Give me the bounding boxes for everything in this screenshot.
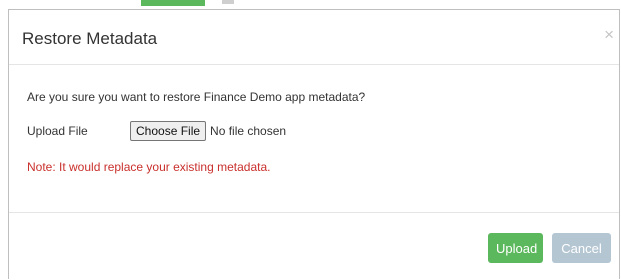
- background-element: [222, 0, 234, 4]
- dialog-footer: Upload Cancel: [9, 213, 619, 280]
- file-status-text: No file chosen: [210, 124, 287, 138]
- dialog-body: Are you sure you want to restore Finance…: [9, 65, 619, 213]
- cancel-button[interactable]: Cancel: [552, 233, 611, 263]
- choose-file-button[interactable]: Choose File: [130, 121, 207, 141]
- restore-metadata-dialog: Restore Metadata × Are you sure you want…: [8, 9, 620, 279]
- upload-button[interactable]: Upload: [488, 233, 543, 263]
- close-icon[interactable]: ×: [604, 26, 614, 43]
- dialog-header: Restore Metadata ×: [9, 10, 619, 65]
- warning-note: Note: It would replace your existing met…: [27, 160, 271, 174]
- background-button: [141, 0, 205, 6]
- dialog-title: Restore Metadata: [22, 29, 158, 48]
- file-input[interactable]: Choose File No file chosen: [130, 121, 286, 141]
- confirmation-question: Are you sure you want to restore Finance…: [27, 90, 366, 104]
- upload-file-label: Upload File: [27, 124, 88, 138]
